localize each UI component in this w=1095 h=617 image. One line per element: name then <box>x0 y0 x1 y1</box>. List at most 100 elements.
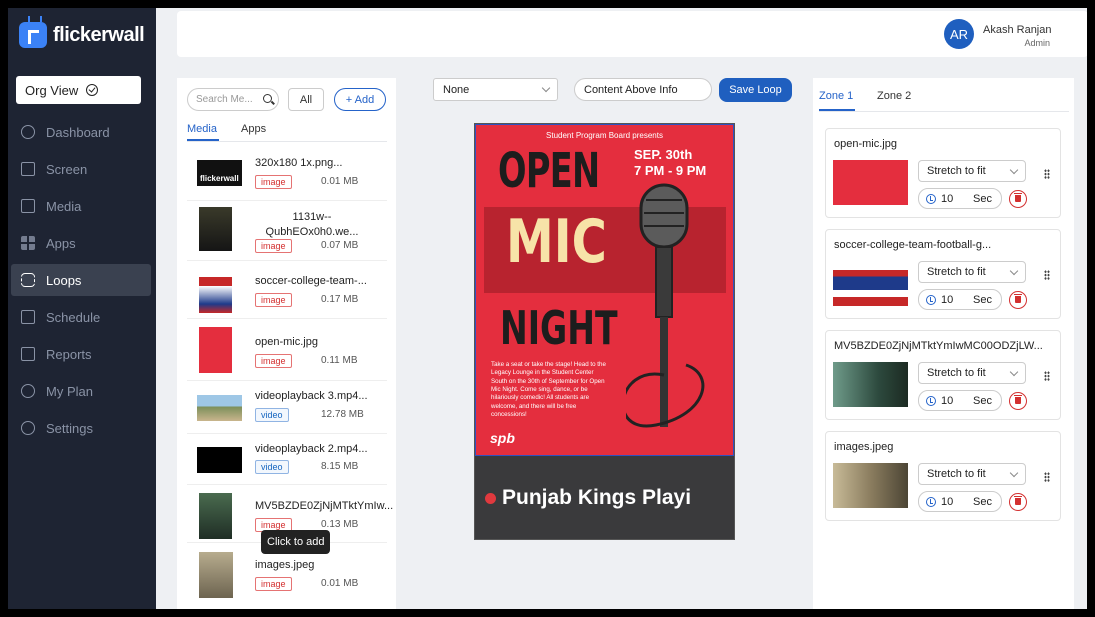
avatar[interactable]: AR <box>944 19 974 49</box>
fit-select[interactable]: Stretch to fit <box>918 160 1026 182</box>
duration-value: 10 <box>941 496 954 508</box>
media-type-badge: image <box>255 354 292 368</box>
media-name: 320x180 1x.png... <box>255 157 343 169</box>
list-item[interactable]: videoplayback 3.mp4... video 12.78 MB <box>187 381 387 434</box>
transition-value: None <box>443 84 470 96</box>
flickerwall-logo-icon <box>19 22 47 48</box>
chevron-down-icon <box>1009 468 1019 478</box>
add-media-button[interactable]: + Add <box>334 88 386 111</box>
zone-item-card[interactable]: soccer-college-team-football-g... Stretc… <box>825 229 1061 319</box>
poster-blurb: Take a seat or take the stage! Head to t… <box>491 361 606 419</box>
media-size: 8.15 MB <box>321 461 359 472</box>
tab-zone-1[interactable]: Zone 1 <box>819 90 853 102</box>
media-thumbnail <box>199 207 232 251</box>
media-thumbnail: flickerwall <box>197 160 242 186</box>
media-thumbnail <box>199 268 232 313</box>
delete-button[interactable] <box>1009 190 1027 208</box>
sidebar-item-label: Dashboard <box>46 124 110 140</box>
check-circle-icon <box>86 84 99 96</box>
media-name: open-mic.jpg <box>255 336 318 348</box>
duration-value: 10 <box>941 294 954 306</box>
delete-button[interactable] <box>1009 392 1027 410</box>
search-icon[interactable] <box>263 94 272 103</box>
zone-item-name: soccer-college-team-football-g... <box>834 239 992 251</box>
media-name: MV5BZDE0ZjNjMTktYmIw... <box>255 500 394 512</box>
zone-item-card[interactable]: images.jpeg Stretch to fit 10 Sec <box>825 431 1061 521</box>
chevron-down-icon <box>1009 266 1019 276</box>
sidebar-item-apps[interactable]: Apps <box>11 227 151 259</box>
fit-value: Stretch to fit <box>927 266 986 278</box>
filter-all-button[interactable]: All <box>288 88 324 111</box>
org-view-button[interactable]: Org View <box>16 76 141 104</box>
brand-name: flickerwall <box>53 23 145 46</box>
sidebar-item-my-plan[interactable]: My Plan <box>11 375 151 407</box>
poster-top-text: Student Program Board presents <box>546 131 663 140</box>
list-item[interactable]: soccer-college-team-... image 0.17 MB <box>187 261 387 319</box>
tab-zone-2[interactable]: Zone 2 <box>877 90 911 102</box>
list-item[interactable]: videoplayback 2.mp4... video 8.15 MB <box>187 434 387 485</box>
drag-handle-icon[interactable] <box>1044 371 1050 381</box>
duration-unit: Sec <box>973 496 992 508</box>
drag-handle-icon[interactable] <box>1044 270 1050 280</box>
fit-select[interactable]: Stretch to fit <box>918 463 1026 485</box>
click-to-add-tooltip: Click to add <box>261 530 331 554</box>
fit-value: Stretch to fit <box>927 468 986 480</box>
zone-item-name: open-mic.jpg <box>834 138 897 150</box>
thumbnail-brand: flickerwall <box>200 174 239 183</box>
drag-handle-icon[interactable] <box>1044 169 1050 179</box>
sidebar-item-reports[interactable]: Reports <box>11 338 151 370</box>
trash-icon <box>1014 193 1022 202</box>
list-item[interactable]: 1131w--QubhEOx0h0.we... image 0.07 MB <box>187 201 387 261</box>
tab-apps[interactable]: Apps <box>241 123 266 135</box>
search-input[interactable]: Search Me... <box>187 88 279 111</box>
duration-unit: Sec <box>973 294 992 306</box>
sidebar-item-label: Settings <box>46 420 93 436</box>
sidebar-item-settings[interactable]: Settings <box>11 412 151 444</box>
media-type-badge: video <box>255 460 289 474</box>
dashboard-icon <box>21 125 35 139</box>
sidebar-item-label: Screen <box>46 161 88 177</box>
media-type-badge: image <box>255 239 292 253</box>
delete-button[interactable] <box>1009 493 1027 511</box>
globe-icon <box>21 384 35 398</box>
file-icon <box>21 199 35 213</box>
fit-select[interactable]: Stretch to fit <box>918 362 1026 384</box>
poster-date: SEP. 30th <box>634 147 693 162</box>
media-name: 1131w--QubhEOx0h0.we... <box>265 211 359 238</box>
sidebar-item-screen[interactable]: Screen <box>11 153 151 185</box>
layout-select[interactable]: Content Above Info <box>574 78 712 101</box>
list-item[interactable]: open-mic.jpg image 0.11 MB <box>187 319 387 381</box>
media-name: videoplayback 3.mp4... <box>255 390 368 402</box>
sidebar-item-schedule[interactable]: Schedule <box>11 301 151 333</box>
media-thumbnail <box>199 552 233 598</box>
bar-chart-icon <box>21 347 35 361</box>
sidebar-item-dashboard[interactable]: Dashboard <box>11 116 151 148</box>
duration-input[interactable]: 10 Sec <box>918 390 1002 411</box>
poster-mic-text: MIC <box>506 207 607 277</box>
tab-divider <box>187 141 387 142</box>
zone-item-card[interactable]: MV5BZDE0ZjNjMTktYmIwMC00ODZjLW... Stretc… <box>825 330 1061 420</box>
drag-handle-icon[interactable] <box>1044 472 1050 482</box>
clock-icon <box>926 497 936 507</box>
duration-input[interactable]: 10 Sec <box>918 188 1002 209</box>
duration-input[interactable]: 10 Sec <box>918 491 1002 512</box>
chevron-down-icon <box>1009 165 1019 175</box>
sidebar-item-media[interactable]: Media <box>11 190 151 222</box>
zone-item-name: MV5BZDE0ZjNjMTktYmIwMC00ODZjLW... <box>834 340 1043 352</box>
duration-unit: Sec <box>973 395 992 407</box>
sidebar-item-loops[interactable]: Loops <box>11 264 151 296</box>
list-item[interactable]: flickerwall 320x180 1x.png... image 0.01… <box>187 148 387 201</box>
duration-unit: Sec <box>973 193 992 205</box>
tab-media[interactable]: Media <box>187 123 217 135</box>
delete-button[interactable] <box>1009 291 1027 309</box>
media-type-badge: video <box>255 408 289 422</box>
save-loop-button[interactable]: Save Loop <box>719 78 792 102</box>
brand-logo[interactable]: flickerwall <box>19 22 145 48</box>
zone-item-card[interactable]: open-mic.jpg Stretch to fit 10 Sec <box>825 128 1061 218</box>
fit-select[interactable]: Stretch to fit <box>918 261 1026 283</box>
trash-icon <box>1014 496 1022 505</box>
duration-input[interactable]: 10 Sec <box>918 289 1002 310</box>
poster-open-text: OPEN <box>498 143 600 199</box>
transition-select[interactable]: None <box>433 78 558 101</box>
sidebar-item-label: Reports <box>46 346 92 362</box>
